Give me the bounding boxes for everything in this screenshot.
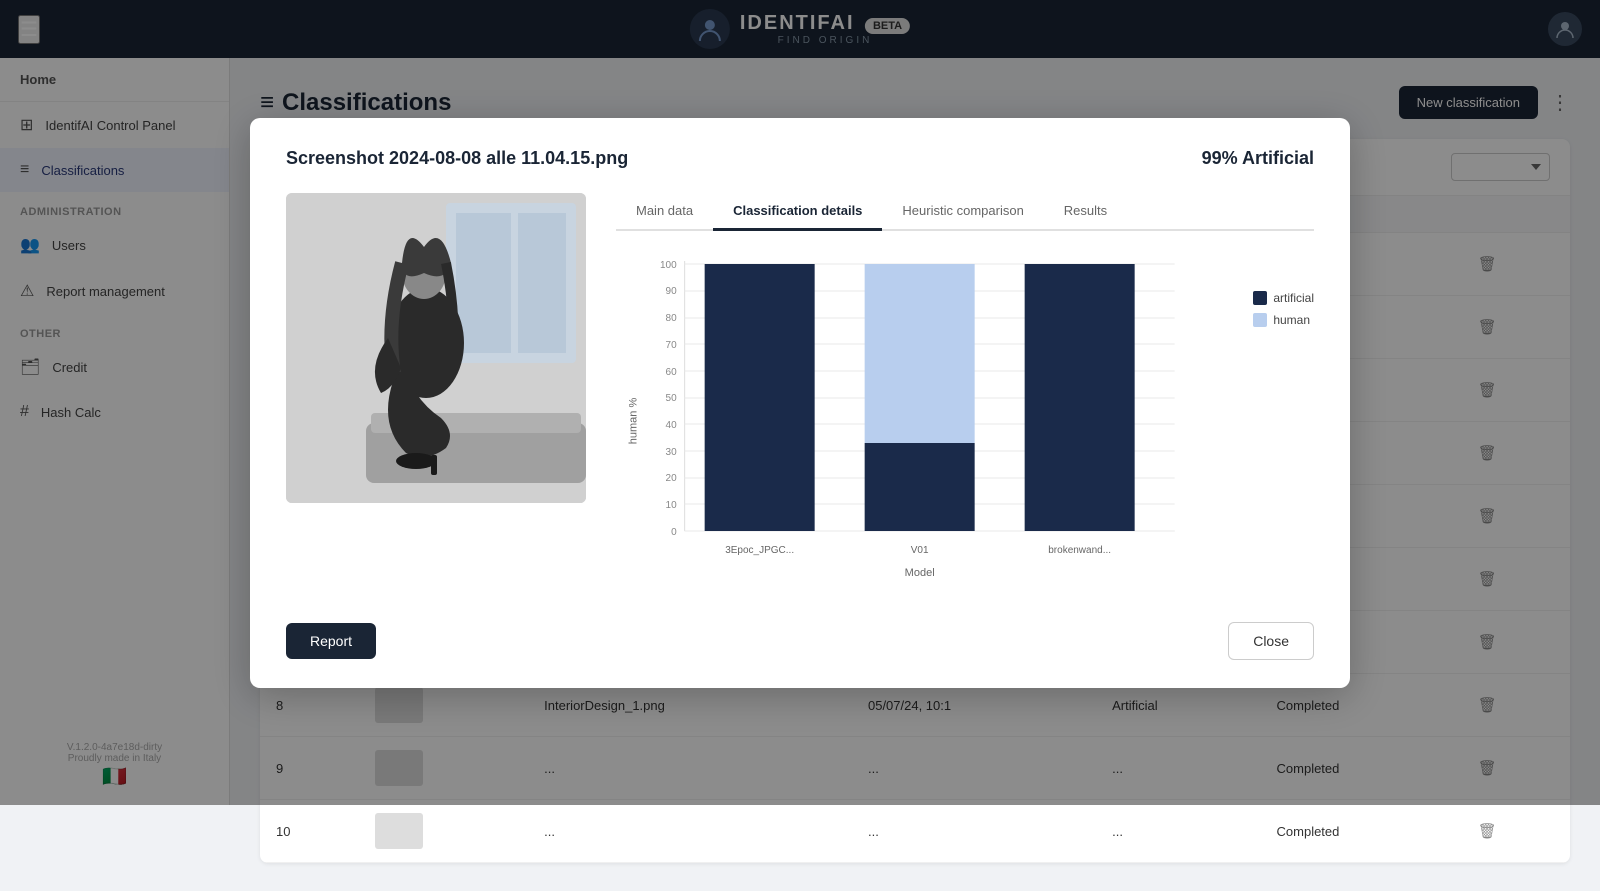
modal-result: 99% Artificial xyxy=(1202,148,1314,169)
svg-text:80: 80 xyxy=(666,313,678,324)
classification-image xyxy=(286,193,586,503)
bar-1-artificial xyxy=(705,264,815,531)
tab-results[interactable]: Results xyxy=(1044,193,1127,231)
svg-text:brokenwand...: brokenwand... xyxy=(1048,545,1111,556)
modal-filename: Screenshot 2024-08-08 alle 11.04.15.png xyxy=(286,148,628,169)
tab-main-data[interactable]: Main data xyxy=(616,193,713,231)
svg-text:90: 90 xyxy=(666,286,678,297)
row-index: 10 xyxy=(260,800,359,863)
svg-text:100: 100 xyxy=(660,260,677,271)
svg-text:40: 40 xyxy=(666,420,678,431)
modal-header: Screenshot 2024-08-08 alle 11.04.15.png … xyxy=(286,148,1314,169)
tab-heuristic-comparison[interactable]: Heuristic comparison xyxy=(882,193,1043,231)
svg-text:Model: Model xyxy=(905,567,935,579)
legend-human: human xyxy=(1253,313,1314,327)
svg-text:human %: human % xyxy=(628,397,640,444)
row-status: Completed xyxy=(1261,800,1462,863)
close-button[interactable]: Close xyxy=(1228,622,1314,660)
modal-tabs: Main data Classification details Heurist… xyxy=(616,193,1314,231)
svg-text:0: 0 xyxy=(671,527,677,538)
chart-svg-area: human % xyxy=(616,251,1233,596)
svg-text:20: 20 xyxy=(666,473,678,484)
tab-classification-details[interactable]: Classification details xyxy=(713,193,882,231)
chart-legend: artificial human xyxy=(1253,251,1314,327)
legend-color-human xyxy=(1253,313,1267,327)
legend-artificial: artificial xyxy=(1253,291,1314,305)
delete-button[interactable]: 🗑 xyxy=(1478,822,1497,840)
bar-3-artificial xyxy=(1025,264,1135,531)
chart-wrapper: human % xyxy=(616,251,1314,596)
svg-text:60: 60 xyxy=(666,367,678,378)
row-thumbnail xyxy=(359,800,529,863)
bar-2-human xyxy=(865,264,975,443)
svg-text:3Epoc_JPGC...: 3Epoc_JPGC... xyxy=(725,545,794,556)
row-filename: ... xyxy=(528,800,852,863)
modal-image-container xyxy=(286,193,586,596)
bar-2-artificial xyxy=(865,443,975,531)
row-date: ... xyxy=(852,800,1096,863)
modal-overlay[interactable]: Screenshot 2024-08-08 alle 11.04.15.png … xyxy=(0,0,1600,805)
svg-text:V01: V01 xyxy=(911,545,929,556)
svg-text:10: 10 xyxy=(666,500,678,511)
bar-chart: human % xyxy=(616,251,1233,591)
legend-color-artificial xyxy=(1253,291,1267,305)
svg-text:30: 30 xyxy=(666,447,678,458)
classification-modal: Screenshot 2024-08-08 alle 11.04.15.png … xyxy=(250,118,1350,688)
svg-text:50: 50 xyxy=(666,393,678,404)
report-button[interactable]: Report xyxy=(286,623,376,659)
modal-chart-area: Main data Classification details Heurist… xyxy=(616,193,1314,596)
row-delete-cell: 🗑 xyxy=(1462,800,1570,863)
legend-label-human: human xyxy=(1273,313,1310,327)
legend-label-artificial: artificial xyxy=(1273,291,1314,305)
row-result: ... xyxy=(1096,800,1260,863)
modal-footer: Report Close xyxy=(286,622,1314,660)
table-row[interactable]: 10 ... ... ... Completed 🗑 xyxy=(260,800,1570,863)
svg-text:70: 70 xyxy=(666,340,678,351)
modal-body: Main data Classification details Heurist… xyxy=(286,193,1314,596)
